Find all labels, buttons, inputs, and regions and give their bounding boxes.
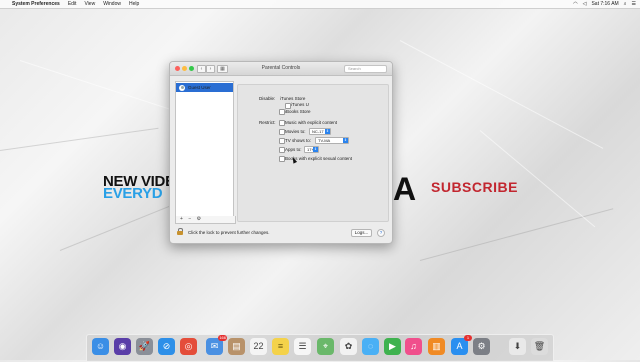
help-button[interactable]: ? xyxy=(377,229,385,237)
menu-help[interactable]: Help xyxy=(129,0,139,8)
user-list[interactable]: Guest User xyxy=(175,81,234,222)
disable-itunes-store-label[interactable]: iTunes Store xyxy=(280,96,305,101)
lock-icon[interactable] xyxy=(177,228,183,235)
restrict-label: Restrict: xyxy=(259,120,276,125)
avatar-icon xyxy=(179,84,185,91)
subscribe-text: SUBSCRIBE xyxy=(431,179,518,195)
background-big-letter: A xyxy=(393,171,417,207)
movies-label[interactable]: Movies to: xyxy=(285,129,306,134)
dock-maps-icon[interactable]: ⌖ xyxy=(317,338,334,355)
background-title-line2: EVERYD xyxy=(103,185,163,202)
status-area: ◠ ◁ Sat 7:16 AM ⌕ ☰ xyxy=(568,0,636,8)
user-row-guest[interactable]: Guest User xyxy=(176,83,233,92)
dock-downloads-icon[interactable]: ⬇ xyxy=(509,338,526,355)
apps-rating-popup[interactable]: 17+ ⇕ xyxy=(304,146,319,153)
dock-finder-icon[interactable]: ☺ xyxy=(92,338,109,355)
background-crease xyxy=(0,127,159,151)
dock-trash-icon[interactable]: 🗑 xyxy=(531,338,548,355)
wifi-icon[interactable]: ◠ xyxy=(573,0,577,8)
parental-controls-window: ‹ › ▦ Parental Controls Search Guest Use… xyxy=(169,61,393,244)
background-crease xyxy=(419,208,614,261)
user-list-controls: + − ⚙ xyxy=(175,216,236,224)
dock-app-store-icon[interactable]: A1 xyxy=(451,335,472,355)
dock-photos-icon[interactable]: ✿ xyxy=(340,338,357,355)
movies-rating-value: NC-17 xyxy=(312,129,324,134)
disable-itunes-u-label[interactable]: iTunes U xyxy=(291,102,309,107)
dock-mail-icon[interactable]: ✉ 166 xyxy=(206,335,227,355)
popup-chevron-icon: ⇕ xyxy=(343,138,348,143)
apps-label[interactable]: Apps to: xyxy=(285,147,302,152)
dock-ibooks-icon[interactable]: ▥ xyxy=(428,338,445,355)
remove-user-button[interactable]: − xyxy=(188,216,191,222)
menu-bar: System Preferences Edit View Window Help… xyxy=(0,0,640,9)
disable-label: Disable: xyxy=(259,96,276,101)
popup-chevron-icon: ⇕ xyxy=(313,147,318,152)
clock[interactable]: Sat 7:16 AM xyxy=(591,0,618,8)
app-menu[interactable]: System Preferences xyxy=(12,0,60,8)
dock-chrome-icon[interactable]: ◎ xyxy=(180,338,197,355)
notification-center-icon[interactable]: ☰ xyxy=(632,0,636,8)
logs-button[interactable]: Logs... xyxy=(351,229,372,237)
dock-badge: 166 xyxy=(218,335,227,341)
dock-badge: 1 xyxy=(464,335,472,341)
stores-panel: Disable: iTunes Store iTunes U iBooks St… xyxy=(237,84,389,222)
dock-contacts-icon[interactable]: ▤ xyxy=(228,338,245,355)
window-titlebar[interactable]: ‹ › ▦ Parental Controls Search xyxy=(170,62,392,76)
restrict-music-label[interactable]: Music with explicit content xyxy=(285,120,337,125)
spotlight-icon[interactable]: ⌕ xyxy=(624,0,627,8)
dock-notes-icon[interactable]: ≡ xyxy=(272,338,289,355)
dock: ☺ ◉ 🚀 ⊘ ◎ ✉ 166 ▤ 22 ≡ ☰ ⌖ ✿ ◌ ▶ ♫ ▥ A 1 ⚙ ⬇ 🗑 xyxy=(86,334,554,362)
search-field[interactable]: Search xyxy=(344,65,387,73)
movies-rating-popup[interactable]: NC-17 ⇕ xyxy=(309,128,331,135)
tv-shows-label[interactable]: TV shows to: xyxy=(285,138,311,143)
dock-reminders-icon[interactable]: ☰ xyxy=(294,338,311,355)
menu-window[interactable]: Window xyxy=(103,0,121,8)
add-user-button[interactable]: + xyxy=(180,216,183,222)
menu-view[interactable]: View xyxy=(84,0,95,8)
dock-safari-icon[interactable]: ⊘ xyxy=(158,338,175,355)
search-placeholder: Search xyxy=(348,66,361,71)
tv-rating-value: TV-MA xyxy=(318,138,331,143)
background-crease xyxy=(399,40,604,149)
menu-edit[interactable]: Edit xyxy=(68,0,77,8)
dock-calendar-icon[interactable]: 22 xyxy=(250,338,267,355)
dock-launchpad-icon[interactable]: 🚀 xyxy=(136,338,153,355)
dock-facetime-icon[interactable]: ▶ xyxy=(384,338,401,355)
lock-message: Click the lock to prevent further change… xyxy=(188,230,270,235)
disable-ibooks-store-label[interactable]: iBooks Store xyxy=(285,109,311,114)
dock-itunes-icon[interactable]: ♫ xyxy=(405,338,422,355)
user-name: Guest User xyxy=(188,85,211,90)
tv-rating-popup[interactable]: TV-MA ⇕ xyxy=(315,137,349,144)
dock-messages-icon[interactable]: ◌ xyxy=(362,338,379,355)
user-options-gear-icon[interactable]: ⚙ xyxy=(197,216,201,222)
dock-siri-icon[interactable]: ◉ xyxy=(114,338,131,355)
popup-chevron-icon: ⇕ xyxy=(325,129,330,134)
volume-icon[interactable]: ◁ xyxy=(583,0,587,8)
dock-system-preferences-icon[interactable]: ⚙ xyxy=(473,338,490,355)
